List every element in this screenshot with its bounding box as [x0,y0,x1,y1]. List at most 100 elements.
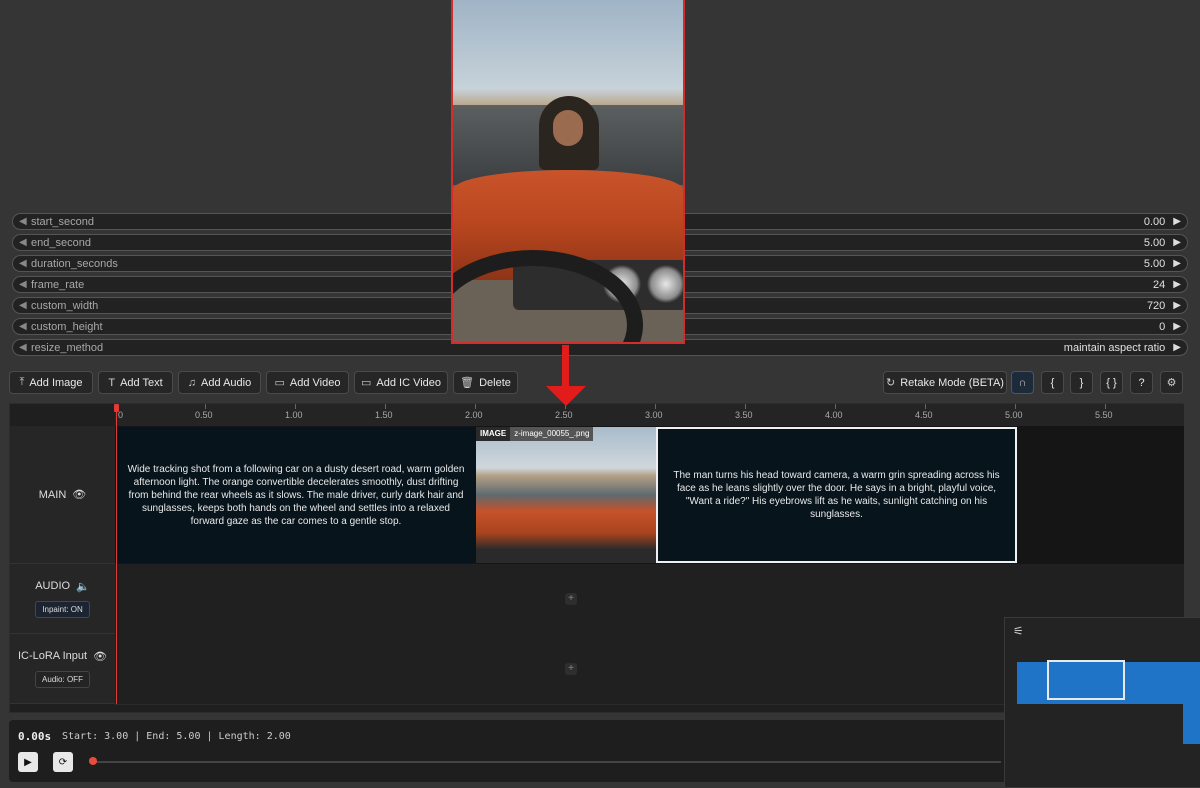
ruler-tick [385,404,386,409]
param-value[interactable]: 0.00 [1144,216,1165,228]
current-time: 0.00s [18,730,52,743]
ruler-label: 4.00 [825,410,843,420]
text-clip-selected[interactable]: The man turns his head toward camera, a … [656,427,1017,563]
upload-icon: ⤒ [19,376,25,388]
decrement-icon[interactable]: ◀ [19,258,31,269]
param-value[interactable]: 24 [1153,279,1165,291]
red-arrow-head [546,386,586,406]
time-ruler[interactable]: 0 0.50 1.00 1.50 2.00 2.50 3.00 3.50 4.0… [115,404,1184,427]
ruler-label: 4.50 [915,410,933,420]
snap-magnet-button[interactable]: ∩ [1011,371,1034,394]
delete-button[interactable]: 🗑 Delete [453,371,518,394]
decrement-icon[interactable]: ◀ [19,279,31,290]
decrement-icon[interactable]: ◀ [19,237,31,248]
increment-icon[interactable]: ▶ [1173,237,1181,248]
video-camera-icon: ▭ [274,377,285,389]
increment-icon[interactable]: ▶ [1173,216,1181,227]
ruler-tick [925,404,926,409]
braces-button[interactable]: { } [1100,371,1123,394]
add-ic-video-button[interactable]: ▭ Add IC Video [354,371,448,394]
brace-open-button[interactable]: { [1041,371,1064,394]
brace-close-button[interactable]: } [1070,371,1093,394]
text-icon: T [108,376,116,389]
increment-icon[interactable]: ▶ [1173,300,1181,311]
increment-icon[interactable]: ▶ [1173,258,1181,269]
retake-mode-label: Retake Mode (BETA) [900,376,1004,389]
add-audio-button[interactable]: ♫ Add Audio [178,371,261,394]
add-text-button[interactable]: T Add Text [98,371,173,394]
ruler-tick [1105,404,1106,409]
ruler-label: 5.50 [1095,410,1113,420]
sliders-icon[interactable]: ⚟ [1013,624,1024,638]
decrement-icon[interactable]: ◀ [19,321,31,332]
increment-icon[interactable]: ▶ [1173,321,1181,332]
braces-label: { } [1106,376,1117,389]
delete-label: Delete [479,376,511,389]
gear-icon: ⚙ [1166,377,1177,389]
ruler-label: 2.50 [555,410,573,420]
image-clip[interactable]: IMAGE z-image_00055_.png [476,427,656,563]
scrub-bar[interactable] [91,761,1001,763]
play-icon: ▶ [24,756,32,768]
ruler-label: 1.50 [375,410,393,420]
track-iclora-header: IC-LoRA Input 👁 Audio: OFF [10,634,115,704]
decrement-icon[interactable]: ◀ [19,342,31,353]
track-audio-header: AUDIO 🔈 Inpaint: ON [10,564,115,634]
increment-icon[interactable]: ▶ [1173,279,1181,290]
minimap-panel: ⚟ [1004,617,1200,788]
text-clip-prompt: Wide tracking shot from a following car … [127,463,465,527]
video-camera-icon: ▭ [360,377,372,389]
param-value[interactable]: 0 [1159,321,1165,333]
decrement-icon[interactable]: ◀ [19,300,31,311]
param-value[interactable]: 720 [1147,300,1165,312]
param-value[interactable]: 5.00 [1144,258,1165,270]
playhead-line[interactable] [116,404,117,704]
ruler-tick [1015,404,1016,409]
preview-headlight [647,265,683,303]
retake-mode-button[interactable]: ↻ Retake Mode (BETA) [883,371,1007,394]
track-main-label: MAIN [38,488,67,501]
ruler-label: 2.00 [465,410,483,420]
loop-icon: ⟳ [58,756,68,768]
ruler-tick [835,404,836,409]
eye-icon[interactable]: 👁 [72,488,86,501]
add-text-label: Add Text [120,376,163,389]
minimap-viewport[interactable] [1047,660,1125,700]
text-clip-prompt: The man turns his head toward camera, a … [673,470,1000,520]
param-value[interactable]: maintain aspect ratio [1064,342,1166,354]
add-video-button[interactable]: ▭ Add Video [266,371,349,394]
selection-range: Start: 3.00 | End: 5.00 | Length: 2.00 [62,731,291,742]
image-clip-filename: z-image_00055_.png [510,427,594,441]
add-clip-plus-icon[interactable]: + [565,593,577,605]
red-arrow-stem [562,345,569,389]
audio-off-badge[interactable]: Audio: OFF [35,670,90,688]
help-button[interactable]: ? [1130,371,1153,394]
editor-toolbar: ⤒ Add Image T Add Text ♫ Add Audio ▭ Add… [9,371,1189,395]
refresh-icon: ↻ [886,377,896,389]
ruler-tick [475,404,476,409]
add-image-button[interactable]: ⤒ Add Image [9,371,93,394]
ruler-label: 1.00 [285,410,303,420]
param-value[interactable]: 5.00 [1144,237,1165,249]
track-iclora-label: IC-LoRA Input [17,650,88,662]
inpaint-badge[interactable]: Inpaint: ON [35,600,90,618]
decrement-icon[interactable]: ◀ [19,216,31,227]
image-thumbnail [632,427,656,563]
ruler-label: 0.50 [195,410,213,420]
ruler-tick [295,404,296,409]
add-video-label: Add Video [289,376,341,389]
scrub-handle[interactable] [89,757,97,765]
ruler-tick [655,404,656,409]
settings-button[interactable]: ⚙ [1160,371,1183,394]
play-button[interactable]: ▶ [18,752,38,772]
increment-icon[interactable]: ▶ [1173,342,1181,353]
loop-button[interactable]: ⟳ [53,752,73,772]
speaker-icon[interactable]: 🔈 [76,580,90,593]
ruler-tick [745,404,746,409]
help-label: ? [1138,376,1145,389]
track-audio-label: AUDIO [35,580,71,592]
image-clip-type: IMAGE [476,427,511,441]
text-clip[interactable]: Wide tracking shot from a following car … [116,427,476,563]
eye-icon[interactable]: 👁 [93,650,107,663]
add-clip-plus-icon[interactable]: + [565,663,577,675]
